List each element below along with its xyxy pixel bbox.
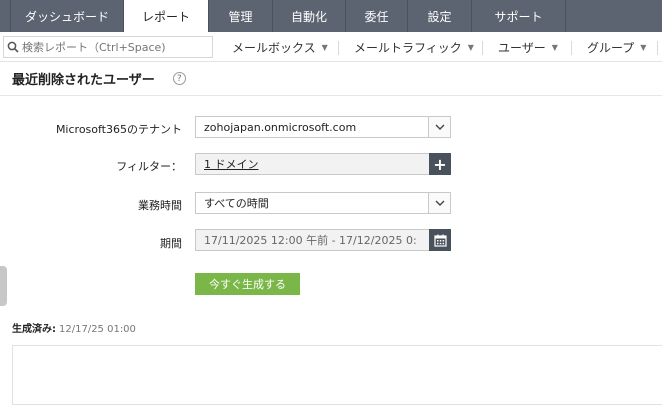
page-title-row: 最近削除されたユーザー ? <box>12 69 186 88</box>
menu-groups-label: グループ <box>587 40 635 55</box>
filter-field[interactable]: 1 ドメイン + <box>195 153 451 175</box>
chevron-down-icon: ▼ <box>467 42 474 52</box>
title-divider <box>0 95 662 96</box>
tab-support[interactable]: サポート <box>472 0 566 32</box>
menu-mail-traffic[interactable]: メールトラフィック ▼ <box>354 32 474 62</box>
filter-value-link[interactable]: 1 ドメイン <box>196 156 429 172</box>
menu-mailbox[interactable]: メールボックス ▼ <box>232 32 328 62</box>
top-nav: ダッシュボード レポート 管理 自動化 委任 設定 サポート <box>0 0 662 32</box>
sub-toolbar: メールボックス ▼ メールトラフィック ▼ ユーザー ▼ グループ ▼ <box>0 32 662 62</box>
filter-label: フィルター： <box>116 160 182 173</box>
divider <box>657 41 658 55</box>
search-icon <box>4 37 22 57</box>
tenant-value: zohojapan.onmicrosoft.com <box>204 120 357 134</box>
chevron-down-icon <box>428 117 450 137</box>
generate-now-button[interactable]: 今すぐ生成する <box>195 273 300 295</box>
nav-spacer <box>0 0 11 32</box>
tab-management[interactable]: 管理 <box>209 0 273 32</box>
menu-mailbox-label: メールボックス <box>232 40 316 55</box>
page-title: 最近削除されたユーザー <box>12 73 155 88</box>
menu-groups[interactable]: グループ ▼ <box>587 32 646 62</box>
chevron-down-icon: ▼ <box>551 42 558 52</box>
chevron-down-icon: ▼ <box>640 42 647 52</box>
side-panel-handle[interactable] <box>0 266 7 306</box>
tenant-label: Microsoft365のテナント <box>55 123 182 136</box>
tab-dashboard[interactable]: ダッシュボード <box>11 0 124 32</box>
help-icon[interactable]: ? <box>172 72 186 85</box>
report-search[interactable] <box>3 36 213 58</box>
tab-delegation[interactable]: 委任 <box>346 0 408 32</box>
period-field[interactable]: 17/11/2025 12:00 午前 - 17/12/2025 0: <box>195 229 451 251</box>
search-input[interactable] <box>22 40 207 54</box>
tab-settings[interactable]: 設定 <box>408 0 472 32</box>
generated-timestamp: 生成済み: 12/17/25 01:00 <box>12 320 136 335</box>
menu-users[interactable]: ユーザー ▼ <box>498 32 558 62</box>
add-filter-icon[interactable]: + <box>429 153 451 175</box>
period-value: 17/11/2025 12:00 午前 - 17/12/2025 0: <box>204 234 417 247</box>
business-hours-label: 業務時間 <box>138 199 182 212</box>
business-hours-value: すべての時間 <box>204 197 269 210</box>
generated-value: 12/17/25 01:00 <box>59 324 136 335</box>
menu-mail-traffic-label: メールトラフィック <box>354 40 462 55</box>
tab-reports[interactable]: レポート <box>124 0 209 32</box>
chevron-down-icon <box>428 193 450 213</box>
generated-label: 生成済み: <box>12 324 56 335</box>
chevron-down-icon: ▼ <box>321 42 328 52</box>
calendar-icon[interactable] <box>429 229 451 251</box>
divider <box>571 41 572 55</box>
divider <box>482 41 483 55</box>
divider <box>338 41 339 55</box>
tab-automation[interactable]: 自動化 <box>273 0 346 32</box>
business-hours-select[interactable]: すべての時間 <box>195 192 451 214</box>
tenant-select[interactable]: zohojapan.onmicrosoft.com <box>195 116 451 138</box>
report-content-panel <box>12 345 662 405</box>
period-label: 期間 <box>160 237 182 250</box>
menu-users-label: ユーザー <box>498 40 546 55</box>
